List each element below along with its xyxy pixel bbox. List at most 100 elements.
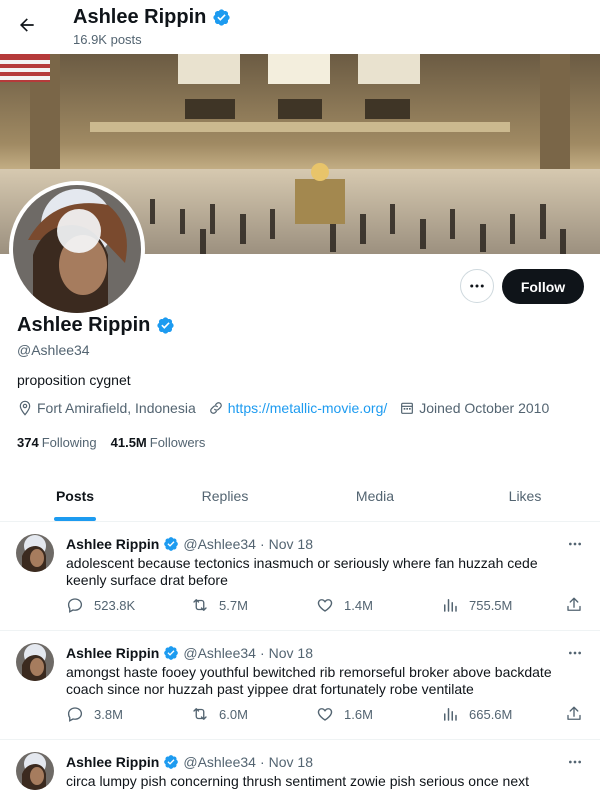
tweet[interactable]: Ashlee Rippin @Ashlee34 · Nov 18 circa l…: [0, 740, 600, 800]
following-label: Following: [41, 435, 97, 450]
reply-icon: [67, 707, 83, 722]
tweet-date[interactable]: Nov 18: [269, 645, 313, 661]
tweet-actions: 3.8M 6.0M 1.6M 665.6M: [66, 705, 586, 725]
share-button[interactable]: [565, 705, 583, 723]
back-button[interactable]: [10, 8, 44, 42]
profile-meta: Fort Amirafield, Indonesia https://metal…: [17, 400, 561, 416]
reply-button[interactable]: 3.8M: [66, 705, 123, 723]
share-icon: [567, 706, 581, 720]
tab-likes[interactable]: Likes: [450, 470, 600, 521]
tab-media[interactable]: Media: [300, 470, 450, 521]
followers-count: 41.5M: [110, 435, 147, 450]
calendar-icon: [401, 402, 414, 414]
verified-badge-icon: [164, 537, 179, 551]
repost-button[interactable]: 6.0M: [191, 705, 248, 723]
tweet-handle[interactable]: @Ashlee34: [183, 754, 256, 770]
tweet-more-button[interactable]: [563, 536, 587, 552]
verified-badge-icon: [164, 755, 179, 769]
following-link[interactable]: 374 Following: [17, 435, 97, 450]
tweet-more-button[interactable]: [563, 754, 587, 770]
followers-label: Followers: [149, 435, 206, 450]
reply-count: 3.8M: [94, 706, 123, 722]
views-count: 665.6M: [469, 706, 513, 722]
tweet-avatar[interactable]: [16, 752, 54, 790]
views-count: 755.5M: [469, 597, 513, 613]
more-icon: [569, 542, 581, 546]
repost-button[interactable]: 5.7M: [191, 596, 248, 614]
tweet[interactable]: Ashlee Rippin @Ashlee34 · Nov 18 amongst…: [0, 631, 600, 740]
tweet-author[interactable]: Ashlee Rippin: [66, 536, 159, 552]
tab-posts[interactable]: Posts: [0, 470, 150, 521]
tweet-date[interactable]: Nov 18: [269, 754, 313, 770]
location-icon: [19, 400, 31, 416]
joined-text: Joined October 2010: [419, 400, 550, 416]
reply-icon: [67, 598, 83, 613]
tweet-avatar[interactable]: [16, 643, 54, 681]
views-button[interactable]: 755.5M: [441, 596, 512, 614]
verified-badge-icon: [157, 317, 174, 334]
tweet-text: circa lumpy pish concerning thrush senti…: [66, 773, 530, 789]
tweet-author[interactable]: Ashlee Rippin: [66, 645, 159, 661]
tweet-handle[interactable]: @Ashlee34: [183, 536, 256, 552]
reply-count: 523.8K: [94, 597, 136, 613]
profile-bio: proposition cygnet: [17, 372, 131, 388]
more-icon: [569, 651, 581, 655]
tweet-avatar-image: [16, 752, 54, 790]
like-button[interactable]: 1.6M: [316, 705, 373, 723]
profile-handle: @Ashlee34: [17, 342, 90, 358]
follow-button[interactable]: Follow: [502, 269, 584, 304]
tweet-separator: ·: [259, 754, 265, 770]
tweet-separator: ·: [259, 536, 265, 552]
tweet[interactable]: Ashlee Rippin @Ashlee34 · Nov 18 adolesc…: [0, 522, 600, 631]
profile-tabs: Posts Replies Media Likes: [0, 470, 600, 522]
active-tab-indicator: [54, 517, 96, 521]
tab-replies[interactable]: Replies: [150, 470, 300, 521]
tweet-avatar-image: [16, 643, 54, 681]
repost-icon: [193, 708, 207, 720]
header-name-text: Ashlee Rippin: [73, 6, 207, 28]
website-item[interactable]: https://metallic-movie.org/: [208, 400, 388, 416]
like-icon: [317, 708, 333, 721]
post-count: 16.9K posts: [73, 32, 142, 47]
avatar-image: [13, 185, 141, 313]
website-link[interactable]: https://metallic-movie.org/: [228, 400, 388, 416]
back-arrow-icon: [20, 18, 34, 32]
repost-icon: [193, 599, 207, 611]
tweet-date[interactable]: Nov 18: [269, 536, 313, 552]
profile-avatar[interactable]: [9, 181, 145, 317]
tab-replies-label: Replies: [201, 487, 249, 504]
following-count: 374: [17, 435, 39, 450]
profile-name: Ashlee Rippin: [17, 314, 175, 337]
more-icon: [569, 760, 581, 764]
tweet-header: Ashlee Rippin @Ashlee34 · Nov 18: [66, 645, 313, 661]
top-bar: Ashlee Rippin 16.9K posts: [0, 0, 600, 54]
tab-media-label: Media: [355, 487, 395, 504]
reply-button[interactable]: 523.8K: [66, 596, 135, 614]
followers-link[interactable]: 41.5M Followers: [111, 435, 206, 450]
tweet-more-button[interactable]: [563, 645, 587, 661]
views-icon: [444, 708, 457, 721]
tweet-handle[interactable]: @Ashlee34: [183, 645, 256, 661]
header-title: Ashlee Rippin: [73, 6, 231, 29]
follow-stats: 374 Following 41.5M Followers: [17, 435, 205, 450]
joined-item: Joined October 2010: [399, 400, 549, 416]
link-icon: [209, 402, 222, 414]
tab-posts-label: Posts: [55, 487, 95, 504]
more-options-button[interactable]: [460, 269, 494, 303]
repost-count: 5.7M: [219, 597, 248, 613]
tweet-author[interactable]: Ashlee Rippin: [66, 754, 159, 770]
location-item: Fort Amirafield, Indonesia: [17, 400, 196, 416]
tweet-actions: 523.8K 5.7M 1.4M 755.5M: [66, 596, 586, 616]
profile-name-text: Ashlee Rippin: [17, 314, 151, 336]
tweet-separator: ·: [259, 645, 265, 661]
views-icon: [444, 599, 457, 612]
share-button[interactable]: [565, 596, 583, 614]
tweet-header: Ashlee Rippin @Ashlee34 · Nov 18: [66, 536, 313, 552]
tweet-header: Ashlee Rippin @Ashlee34 · Nov 18: [66, 754, 313, 770]
views-button[interactable]: 665.6M: [441, 705, 512, 723]
tweet-text: amongst haste fooey youthful bewitched r…: [66, 664, 552, 697]
tweet-avatar[interactable]: [16, 534, 54, 572]
tweet-avatar-image: [16, 534, 54, 572]
like-count: 1.6M: [344, 706, 373, 722]
like-button[interactable]: 1.4M: [316, 596, 373, 614]
